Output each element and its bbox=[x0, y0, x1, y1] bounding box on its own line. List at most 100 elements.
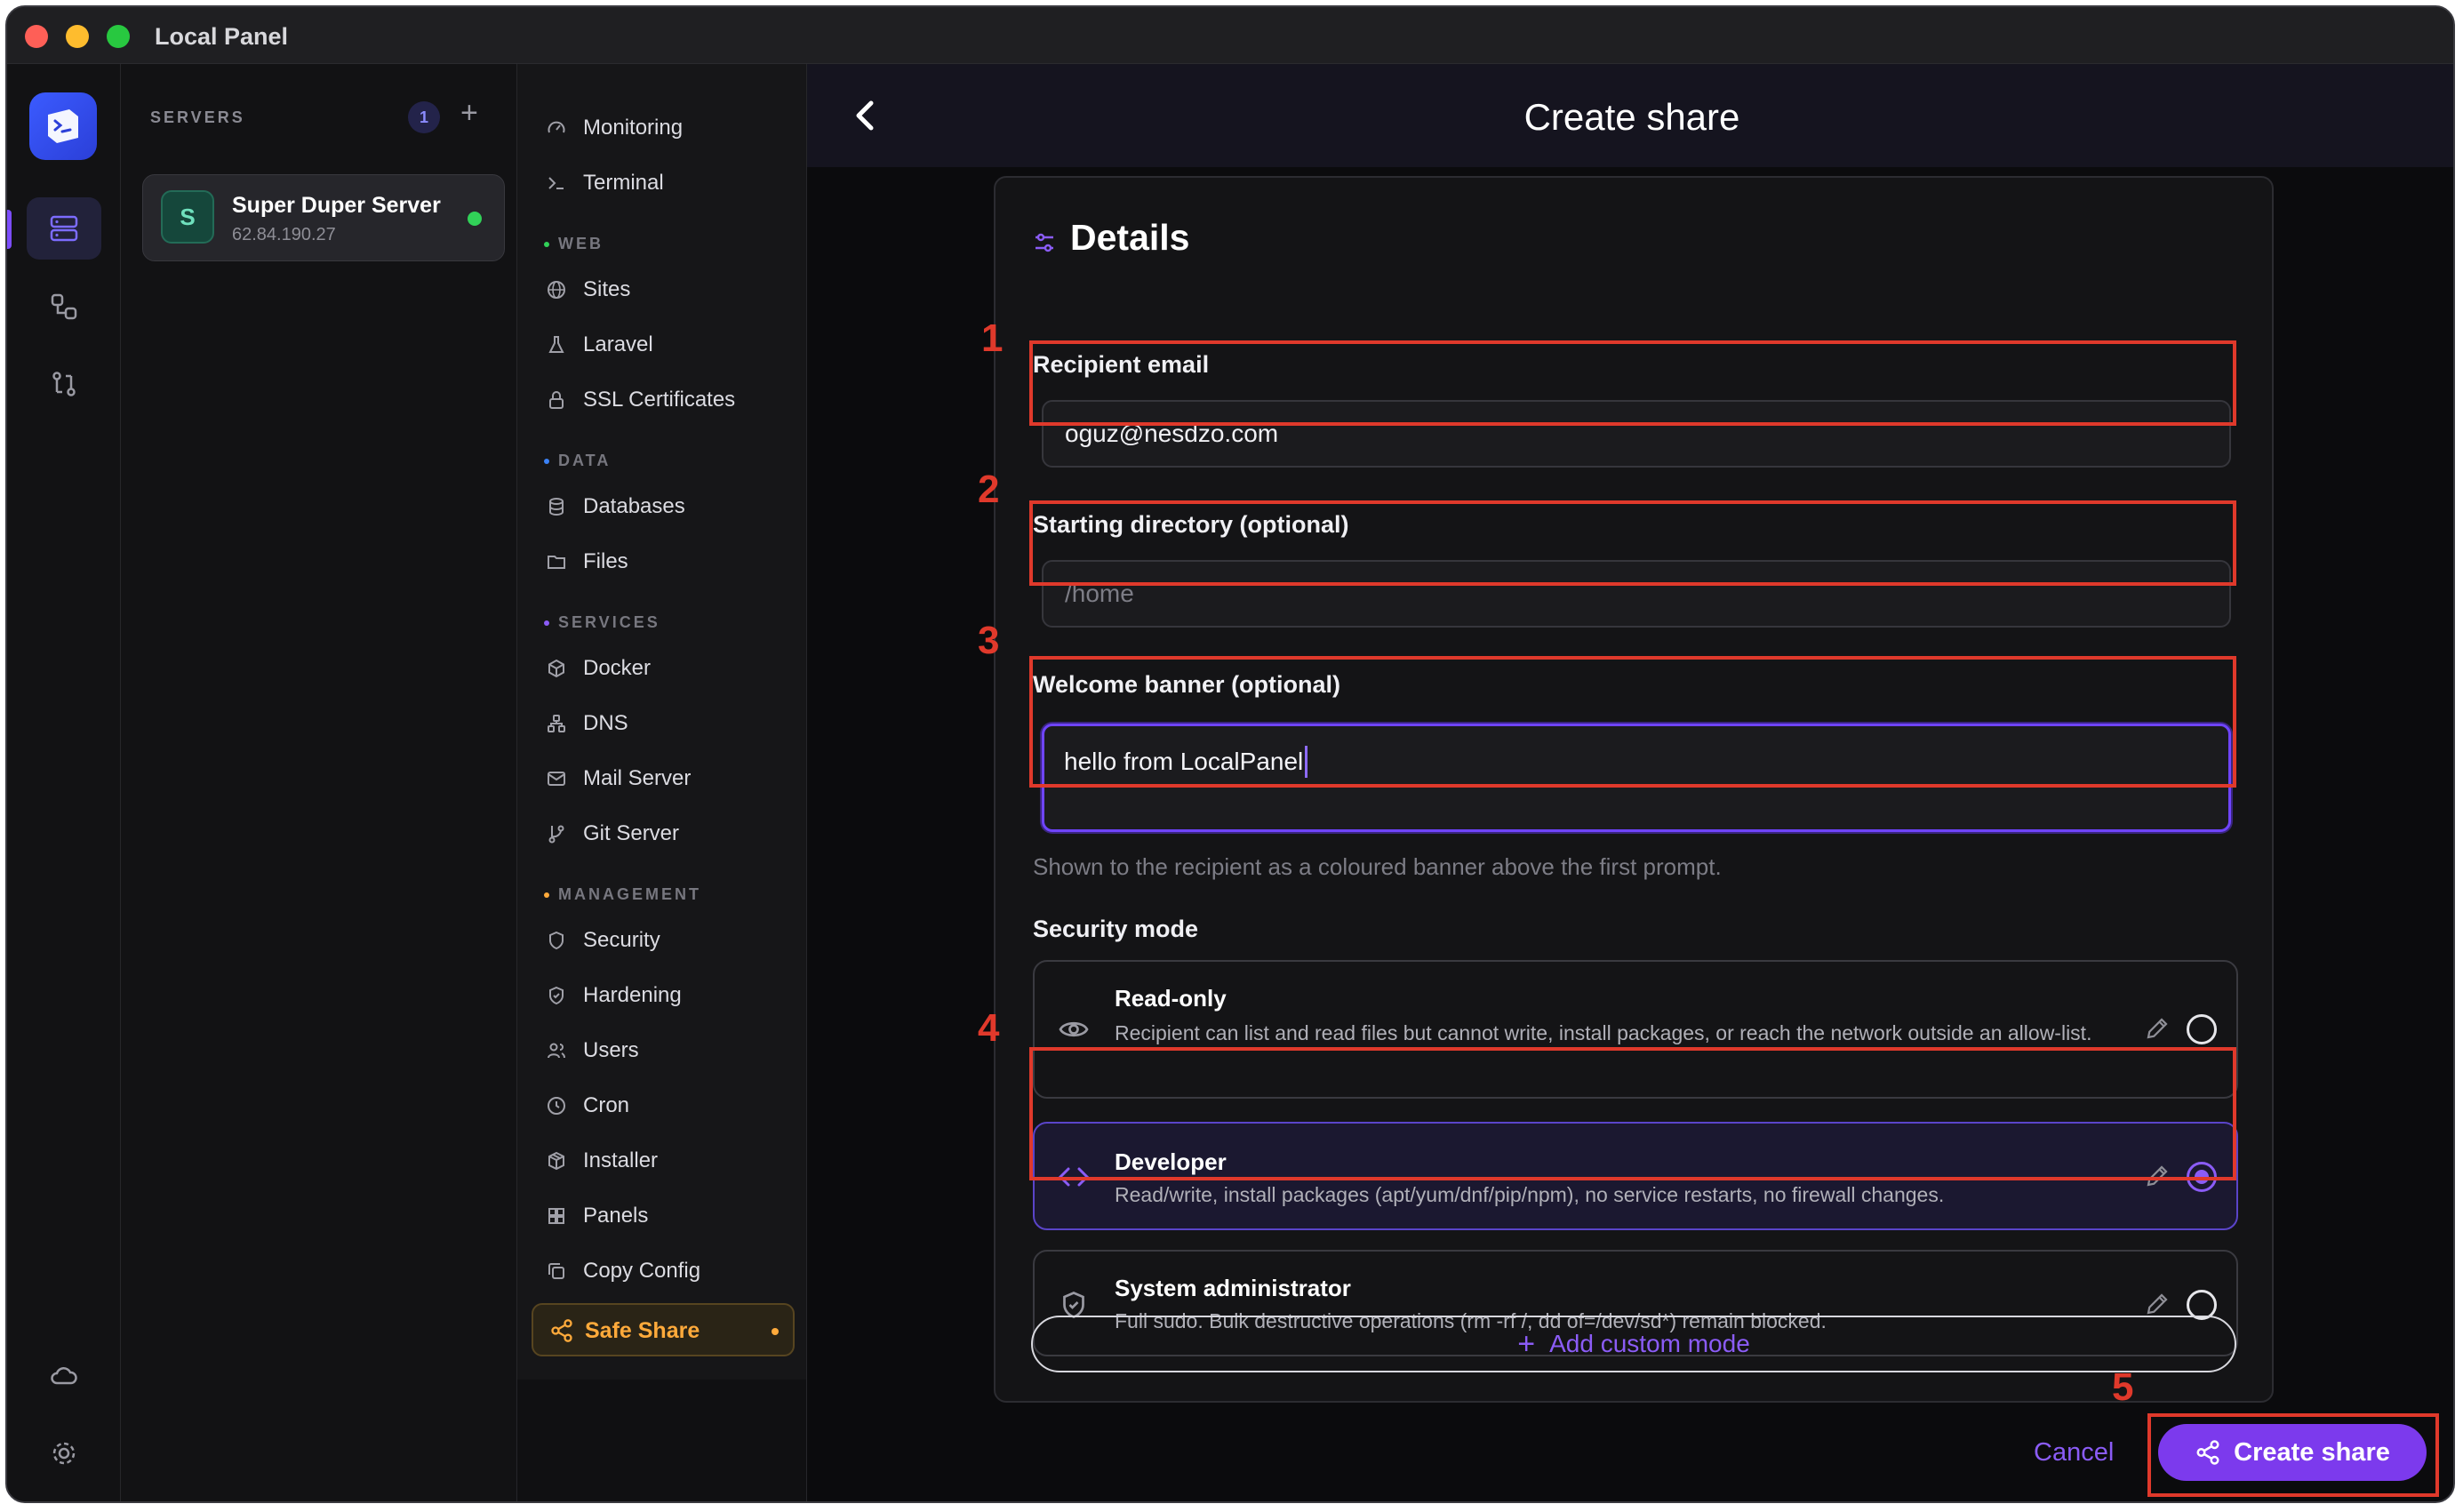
server-name: Super Duper Server bbox=[232, 193, 441, 218]
nav-item-label: Docker bbox=[583, 656, 652, 680]
flask-icon bbox=[544, 332, 569, 357]
active-dot bbox=[772, 1328, 779, 1335]
nav-item-cron[interactable]: Cron bbox=[544, 1088, 629, 1124]
details-title: Details bbox=[1070, 217, 1190, 258]
annotation-box-2 bbox=[1029, 500, 2236, 586]
nav-item-security[interactable]: Security bbox=[544, 923, 660, 958]
title-bar: Local Panel bbox=[7, 7, 2453, 64]
nav-item-databases[interactable]: Databases bbox=[544, 489, 685, 524]
servers-heading: SERVERS bbox=[150, 108, 245, 126]
nav-item-safe-share[interactable]: Safe Share bbox=[532, 1303, 795, 1356]
server-status-dot bbox=[468, 212, 482, 226]
server-card[interactable]: S Super Duper Server 62.84.190.27 bbox=[142, 174, 505, 261]
page-title: Create share bbox=[1523, 96, 1740, 138]
nav-section-management: MANAGEMENT bbox=[544, 885, 701, 904]
security-mode-label: Security mode bbox=[1033, 916, 1199, 942]
network-icon bbox=[544, 711, 569, 736]
container-icon bbox=[544, 656, 569, 681]
app-logo-icon bbox=[48, 109, 78, 143]
nav-item-label: Terminal bbox=[583, 171, 664, 195]
shield-check-icon bbox=[544, 983, 569, 1008]
nav-item-laravel[interactable]: Laravel bbox=[544, 327, 653, 363]
rail-active-indicator bbox=[7, 210, 12, 249]
nav-section-services: SERVICES bbox=[544, 613, 660, 632]
annotation-box-5 bbox=[2147, 1413, 2439, 1497]
mail-icon bbox=[544, 766, 569, 791]
add-custom-mode-label: Add custom mode bbox=[1549, 1330, 1750, 1357]
nav-item-label: Safe Share bbox=[585, 1318, 700, 1343]
rail-workflow-button[interactable] bbox=[27, 276, 101, 338]
welcome-banner-hint: Shown to the recipient as a coloured ban… bbox=[1033, 853, 1722, 880]
page-header: Create share bbox=[807, 64, 2453, 167]
nav-item-label: Hardening bbox=[583, 983, 682, 1007]
app-window: Local Panel SERVERS 1 + S Super Duper Se… bbox=[5, 5, 2455, 1503]
nav-section-data: DATA bbox=[544, 452, 611, 470]
git-branch-icon bbox=[544, 821, 569, 846]
gear-icon bbox=[52, 1442, 76, 1465]
nav-item-label: Security bbox=[583, 928, 660, 952]
main-content: Create share Details Recipient email Sta… bbox=[807, 64, 2453, 1501]
nav-section-web: WEB bbox=[544, 235, 604, 253]
rail-git-compare-button[interactable] bbox=[27, 353, 101, 415]
minimize-window-button[interactable] bbox=[66, 25, 89, 48]
icon-rail bbox=[7, 64, 121, 1501]
annotation-box-4 bbox=[1029, 1047, 2236, 1180]
nav-item-label: Monitoring bbox=[583, 116, 684, 140]
nav-item-git-server[interactable]: Git Server bbox=[544, 816, 679, 852]
annotation-box-3 bbox=[1029, 656, 2236, 788]
database-icon bbox=[544, 494, 569, 519]
rail-servers-button[interactable] bbox=[27, 197, 101, 260]
share-icon bbox=[549, 1318, 574, 1348]
nav-item-sites[interactable]: Sites bbox=[544, 272, 630, 308]
nav-item-files[interactable]: Files bbox=[544, 544, 628, 580]
nav-item-terminal[interactable]: Terminal bbox=[544, 165, 664, 201]
nav-item-label: Copy Config bbox=[583, 1259, 701, 1283]
close-window-button[interactable] bbox=[25, 25, 48, 48]
nav-item-label: Files bbox=[583, 549, 628, 573]
nav-item-ssl-certificates[interactable]: SSL Certificates bbox=[544, 382, 735, 418]
lock-icon bbox=[544, 388, 569, 412]
cancel-button[interactable]: Cancel bbox=[2034, 1438, 2114, 1468]
nav-item-label: Installer bbox=[583, 1148, 659, 1172]
mode-title: Read-only bbox=[1115, 985, 1227, 1012]
mode-radio-read-only[interactable] bbox=[2187, 1014, 2217, 1044]
users-icon bbox=[544, 1038, 569, 1063]
mode-title: System administrator bbox=[1115, 1275, 1351, 1301]
nav-item-dns[interactable]: DNS bbox=[544, 706, 628, 741]
nav-item-label: Cron bbox=[583, 1093, 630, 1117]
add-custom-mode-button[interactable]: + Add custom mode bbox=[1031, 1316, 2236, 1372]
annotation-box-1 bbox=[1029, 340, 2236, 426]
nav-item-panels[interactable]: Panels bbox=[544, 1198, 648, 1234]
nav-item-label: Git Server bbox=[583, 821, 680, 845]
annotation-number-3: 3 bbox=[978, 619, 1000, 662]
copy-icon bbox=[544, 1259, 569, 1284]
nav-item-copy-config[interactable]: Copy Config bbox=[544, 1253, 700, 1289]
annotation-number-1: 1 bbox=[981, 316, 1004, 360]
nav-item-label: Panels bbox=[583, 1204, 649, 1228]
add-server-button[interactable]: + bbox=[460, 96, 478, 131]
app-logo[interactable] bbox=[29, 92, 97, 160]
nav-item-hardening[interactable]: Hardening bbox=[544, 978, 682, 1013]
shield-icon bbox=[544, 928, 569, 953]
nav-item-mail-server[interactable]: Mail Server bbox=[544, 761, 691, 796]
git-compare-icon bbox=[52, 372, 76, 396]
clock-icon bbox=[544, 1093, 569, 1118]
terminal-icon bbox=[544, 171, 569, 196]
plus-icon: + bbox=[1517, 1326, 1536, 1361]
annotation-number-5: 5 bbox=[2112, 1365, 2134, 1409]
servers-panel: SERVERS 1 + S Super Duper Server 62.84.1… bbox=[121, 64, 517, 1501]
edit-pencil-icon[interactable] bbox=[2144, 1015, 2171, 1046]
server-nav: Monitoring Terminal WEB Sites Laravel SS… bbox=[517, 64, 807, 1501]
annotation-number-2: 2 bbox=[978, 468, 1000, 511]
rail-cloud-button[interactable] bbox=[27, 1344, 101, 1406]
nav-item-monitoring[interactable]: Monitoring bbox=[544, 110, 683, 146]
server-ip: 62.84.190.27 bbox=[232, 225, 336, 244]
nav-item-users[interactable]: Users bbox=[544, 1033, 639, 1068]
cloud-icon bbox=[51, 1367, 77, 1385]
nav-item-installer[interactable]: Installer bbox=[544, 1143, 658, 1179]
nav-item-docker[interactable]: Docker bbox=[544, 651, 651, 686]
sliders-icon bbox=[1033, 231, 1056, 259]
rail-settings-button[interactable] bbox=[27, 1422, 101, 1484]
zoom-window-button[interactable] bbox=[107, 25, 130, 48]
folder-icon bbox=[544, 549, 569, 574]
